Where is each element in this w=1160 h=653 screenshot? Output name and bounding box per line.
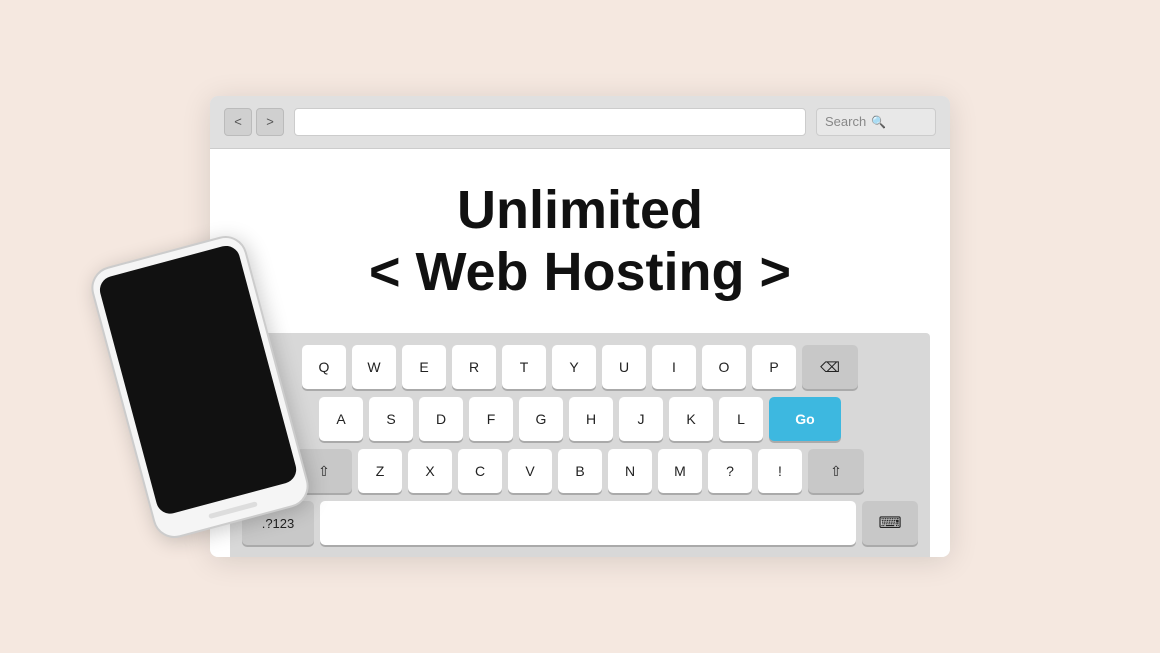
keyboard-row-bottom: .?123 ⌨ [242,501,918,557]
key-m[interactable]: M [658,449,702,493]
keyboard-section: Q W E R T Y U I O P ⌫ A S [230,333,930,557]
key-w[interactable]: W [352,345,396,389]
key-keyboard-icon[interactable]: ⌨ [862,501,918,545]
key-t[interactable]: T [502,345,546,389]
heading-line1: Unlimited [457,180,703,240]
key-a[interactable]: A [319,397,363,441]
numbers-label: .?123 [262,516,295,531]
search-field[interactable]: Search 🔍 [816,108,936,136]
nav-forward-button[interactable]: > [256,108,284,136]
key-j[interactable]: J [619,397,663,441]
browser-toolbar: < > Search 🔍 [210,96,950,149]
shift-left-icon: ⇧ [318,463,330,480]
key-f[interactable]: F [469,397,513,441]
key-k[interactable]: K [669,397,713,441]
key-i[interactable]: I [652,345,696,389]
address-bar[interactable] [294,108,806,136]
key-r[interactable]: R [452,345,496,389]
key-l[interactable]: L [719,397,763,441]
key-d[interactable]: D [419,397,463,441]
main-heading: Unlimited < Web Hosting > [230,179,930,303]
main-container: < > Search 🔍 Unlimited < Web Hosting > [210,96,950,557]
key-exclamation[interactable]: ! [758,449,802,493]
nav-back-button[interactable]: < [224,108,252,136]
key-z[interactable]: Z [358,449,402,493]
key-g[interactable]: G [519,397,563,441]
keyboard-icon: ⌨ [878,513,901,533]
forward-icon: > [266,114,274,129]
heading-line2: < Web Hosting > [369,242,791,302]
key-v[interactable]: V [508,449,552,493]
key-p[interactable]: P [752,345,796,389]
keyboard-row-3: ⇧ Z X C V B N M ? ! ⇧ [242,449,918,493]
key-o[interactable]: O [702,345,746,389]
key-question[interactable]: ? [708,449,752,493]
browser-content: Unlimited < Web Hosting > Q W E R T Y U … [210,149,950,557]
key-go[interactable]: Go [769,397,841,441]
key-shift-right[interactable]: ⇧ [808,449,864,493]
key-u[interactable]: U [602,345,646,389]
key-h[interactable]: H [569,397,613,441]
search-label: Search [825,114,866,129]
key-c[interactable]: C [458,449,502,493]
shift-right-icon: ⇧ [830,463,842,480]
search-icon: 🔍 [871,115,886,129]
phone-home-indicator [208,501,258,519]
backspace-icon: ⌫ [820,359,840,376]
key-b[interactable]: B [558,449,602,493]
key-e[interactable]: E [402,345,446,389]
back-icon: < [234,114,242,129]
key-y[interactable]: Y [552,345,596,389]
key-x[interactable]: X [408,449,452,493]
key-q[interactable]: Q [302,345,346,389]
nav-buttons: < > [224,108,284,136]
browser-window: < > Search 🔍 Unlimited < Web Hosting > [210,96,950,557]
go-label: Go [795,411,814,427]
key-s[interactable]: S [369,397,413,441]
key-backspace[interactable]: ⌫ [802,345,858,389]
key-space[interactable] [320,501,856,545]
keyboard-row-2: A S D F G H J K L Go [242,397,918,441]
key-n[interactable]: N [608,449,652,493]
keyboard-row-1: Q W E R T Y U I O P ⌫ [242,345,918,389]
